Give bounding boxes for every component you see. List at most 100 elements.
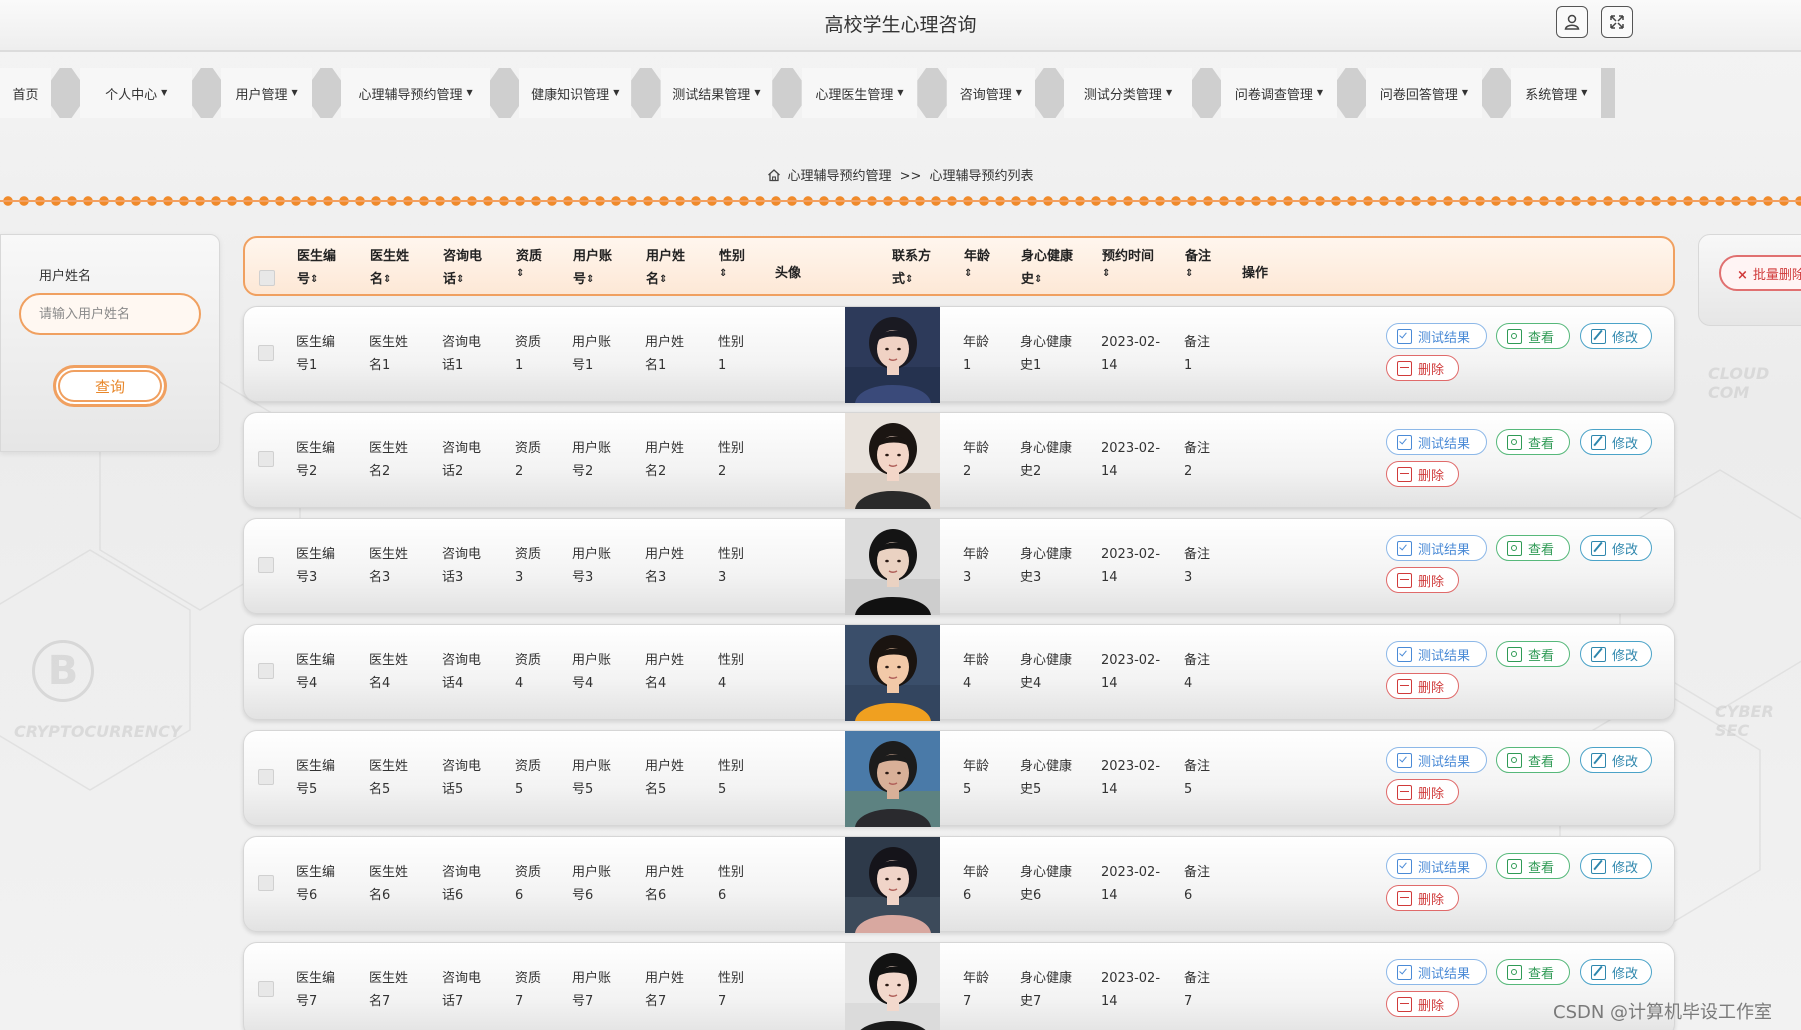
row-checkbox[interactable]	[258, 875, 274, 891]
test-result-button[interactable]: 测试结果	[1386, 429, 1487, 455]
column-header-account[interactable]: 用户账号 ⇕	[573, 245, 612, 291]
nav-label: 心理辅导预约管理	[358, 87, 463, 103]
nav-item-7[interactable]: 咨询管理 ▼	[946, 68, 1035, 118]
column-header-label: 咨询电	[443, 249, 483, 264]
sort-icon[interactable]: ⇕	[456, 274, 464, 286]
nav-item-2[interactable]: 用户管理 ▼	[221, 68, 312, 118]
test-result-button[interactable]: 测试结果	[1386, 535, 1487, 561]
nav-item-11[interactable]: 系统管理 ▼	[1511, 68, 1602, 118]
row-checkbox[interactable]	[258, 451, 274, 467]
view-button[interactable]: 查看	[1496, 853, 1570, 879]
table-row[interactable]: 医生编号1医生姓名1咨询电话1资质1用户账号1用户姓名1性别1联系方式1年龄1身…	[243, 306, 1675, 403]
view-button[interactable]: 查看	[1496, 641, 1570, 667]
checkbox-icon	[1397, 540, 1412, 556]
nav-item-6[interactable]: 心理医生管理 ▼	[801, 68, 918, 118]
view-button[interactable]: 查看	[1496, 323, 1570, 349]
delete-button[interactable]: 删除	[1386, 885, 1459, 911]
sort-icon[interactable]: ⇕	[1034, 274, 1042, 286]
delete-button[interactable]: 删除	[1386, 567, 1459, 593]
edit-button[interactable]: 修改	[1580, 429, 1652, 455]
batch-delete-button[interactable]: × 批量删除	[1719, 255, 1801, 291]
table-row[interactable]: 医生编号2医生姓名2咨询电话2资质2用户账号2用户姓名2性别2联系方式2年龄2身…	[243, 412, 1675, 509]
user-center-button[interactable]	[1556, 6, 1588, 38]
view-button[interactable]: 查看	[1496, 747, 1570, 773]
edit-button[interactable]: 修改	[1580, 853, 1652, 879]
delete-button[interactable]: 删除	[1386, 779, 1459, 805]
column-header-user_name[interactable]: 用户姓名 ⇕	[646, 245, 685, 291]
delete-button[interactable]: 删除	[1386, 461, 1459, 487]
row-checkbox[interactable]	[258, 345, 274, 361]
nav-item-9[interactable]: 问卷调查管理 ▼	[1221, 68, 1337, 118]
edit-button[interactable]: 修改	[1580, 323, 1652, 349]
cell-line: 用户姓	[645, 547, 685, 562]
table-row[interactable]: 医生编号3医生姓名3咨询电话3资质3用户账号3用户姓名3性别3联系方式3年龄3身…	[243, 518, 1675, 615]
nav-item-0[interactable]: 首页	[0, 68, 51, 118]
sort-icon[interactable]: ⇕	[383, 274, 391, 286]
nav-item-3[interactable]: 心理辅导预约管理 ▼	[341, 68, 490, 118]
column-header-contact[interactable]: 联系方式 ⇕	[892, 245, 931, 291]
table-row[interactable]: 医生编号5医生姓名5咨询电话5资质5用户账号5用户姓名5性别5联系方式5年龄5身…	[243, 730, 1675, 827]
edit-button[interactable]: 修改	[1580, 641, 1652, 667]
avatar	[845, 519, 940, 615]
cell-line: 话1	[442, 358, 464, 373]
button-label: 查看	[1528, 436, 1555, 452]
nav-item-10[interactable]: 问卷回答管理 ▼	[1366, 68, 1482, 118]
row-checkbox[interactable]	[258, 663, 274, 679]
column-header-doc_name[interactable]: 医生姓名 ⇕	[370, 245, 409, 291]
sort-icon[interactable]: ⇕	[516, 268, 524, 280]
delete-button[interactable]: 删除	[1386, 355, 1459, 381]
edit-button[interactable]: 修改	[1580, 747, 1652, 773]
table-row[interactable]: 医生编号6医生姓名6咨询电话6资质6用户账号6用户姓名6性别6联系方式6年龄6身…	[243, 836, 1675, 933]
username-search-input[interactable]	[19, 293, 201, 335]
sort-icon[interactable]: ⇕	[1102, 268, 1110, 280]
view-button[interactable]: 查看	[1496, 429, 1570, 455]
column-header-qual[interactable]: 资质 ⇕	[516, 245, 542, 280]
query-button[interactable]: 查询	[53, 365, 167, 407]
test-result-button[interactable]: 测试结果	[1386, 641, 1487, 667]
column-header-phone[interactable]: 咨询电话 ⇕	[443, 245, 482, 291]
test-result-button[interactable]: 测试结果	[1386, 747, 1487, 773]
sort-icon[interactable]: ⇕	[586, 274, 594, 286]
column-header-gender[interactable]: 性别 ⇕	[719, 245, 745, 280]
edit-button[interactable]: 修改	[1580, 535, 1652, 561]
cell-line: 身心健康	[1020, 865, 1073, 880]
column-header-remark[interactable]: 备注 ⇕	[1185, 245, 1211, 280]
test-result-button[interactable]: 测试结果	[1386, 323, 1487, 349]
sort-icon[interactable]: ⇕	[719, 268, 727, 280]
sort-icon[interactable]: ⇕	[659, 274, 667, 286]
cell-line: 话7	[442, 994, 464, 1009]
sort-icon[interactable]: ⇕	[964, 268, 972, 280]
home-icon[interactable]	[767, 168, 781, 182]
column-header-doc_no[interactable]: 医生编号 ⇕	[297, 245, 336, 291]
nav-item-5[interactable]: 测试结果管理 ▼	[660, 68, 773, 118]
column-header-history[interactable]: 身心健康史 ⇕	[1021, 245, 1073, 291]
delete-button[interactable]: 删除	[1386, 991, 1459, 1017]
sort-icon[interactable]: ⇕	[310, 274, 318, 286]
view-button[interactable]: 查看	[1496, 959, 1570, 985]
test-result-button[interactable]: 测试结果	[1386, 853, 1487, 879]
delete-button[interactable]: 删除	[1386, 673, 1459, 699]
sort-icon[interactable]: ⇕	[905, 274, 913, 286]
nav-item-1[interactable]: 个人中心 ▼	[80, 68, 193, 118]
row-checkbox[interactable]	[258, 557, 274, 573]
cell-remark: 备注 2	[1184, 437, 1210, 483]
cell-doc_name: 医生姓 名7	[369, 967, 408, 1013]
cell-line: 备注	[1184, 335, 1211, 350]
edit-button[interactable]: 修改	[1580, 959, 1652, 985]
column-header-age[interactable]: 年龄 ⇕	[964, 245, 990, 280]
nav-item-4[interactable]: 健康知识管理 ▼	[519, 68, 632, 118]
test-result-button[interactable]: 测试结果	[1386, 959, 1487, 985]
table-row[interactable]: 医生编号4医生姓名4咨询电话4资质4用户账号4用户姓名4性别4联系方式4年龄4身…	[243, 624, 1675, 721]
nav-item-8[interactable]: 测试分类管理 ▼	[1064, 68, 1192, 118]
breadcrumb-level1[interactable]: 心理辅导预约管理	[787, 169, 891, 184]
button-label: 删除	[1418, 998, 1445, 1014]
select-all-checkbox[interactable]	[259, 270, 275, 286]
fullscreen-button[interactable]	[1601, 6, 1633, 38]
table-row[interactable]: 医生编号7医生姓名7咨询电话7资质7用户账号7用户姓名7性别7联系方式7年龄7身…	[243, 942, 1675, 1030]
cell-line: 备注	[1184, 441, 1211, 456]
row-checkbox[interactable]	[258, 981, 274, 997]
view-button[interactable]: 查看	[1496, 535, 1570, 561]
column-header-time[interactable]: 预约时间 ⇕	[1102, 245, 1154, 280]
sort-icon[interactable]: ⇕	[1185, 268, 1193, 280]
row-checkbox[interactable]	[258, 769, 274, 785]
